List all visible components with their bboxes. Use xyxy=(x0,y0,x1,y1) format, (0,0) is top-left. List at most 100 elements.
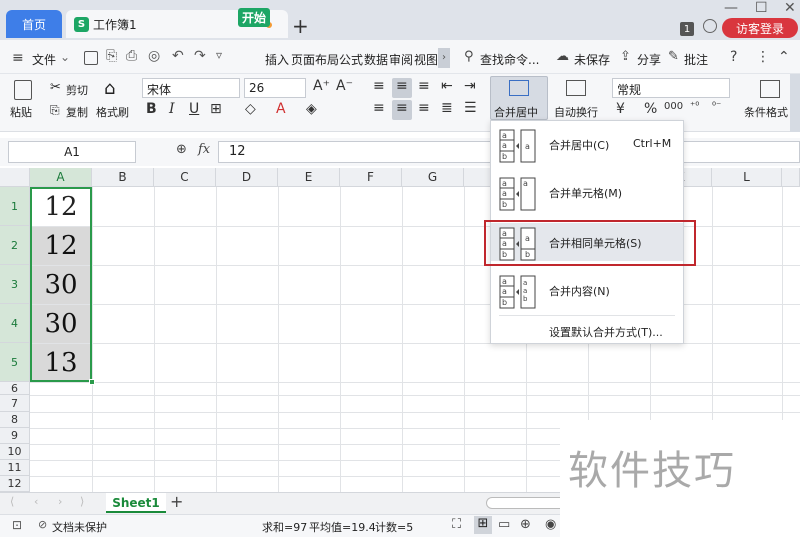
wrap-text-icon[interactable] xyxy=(566,80,586,96)
export-icon[interactable]: ⎘ xyxy=(106,48,117,64)
font-size-select[interactable]: 26 xyxy=(244,78,306,98)
row-header[interactable]: 6 xyxy=(0,382,30,395)
menu-file[interactable]: 文件 xyxy=(32,51,56,68)
align-right-icon[interactable]: ≡ xyxy=(418,100,430,116)
horizontal-scrollbar[interactable] xyxy=(486,497,566,509)
menu-data[interactable]: 数据 xyxy=(364,51,388,68)
zoom-search-icon[interactable]: ⊕ xyxy=(176,142,187,157)
italic-icon[interactable]: I xyxy=(169,101,175,117)
col-header[interactable]: B xyxy=(92,168,154,187)
col-header[interactable]: G xyxy=(402,168,464,187)
fill-handle[interactable] xyxy=(89,379,95,385)
macro-icon[interactable]: ⊡ xyxy=(12,518,22,532)
bold-icon[interactable]: B xyxy=(146,101,157,117)
align-left-icon[interactable]: ≡ xyxy=(373,100,385,116)
menu-start[interactable]: 开始 xyxy=(238,8,271,27)
help-icon[interactable]: ? xyxy=(730,49,737,65)
search-command[interactable]: 查找命令... xyxy=(480,51,539,68)
sheet-tab-sheet1[interactable]: Sheet1 xyxy=(106,493,166,513)
col-header[interactable]: A xyxy=(30,168,92,187)
menu-page-layout[interactable]: 页面布局 xyxy=(291,51,339,68)
fill-color-icon[interactable]: ◇ xyxy=(245,101,256,117)
unsaved-status[interactable]: 未保存 xyxy=(574,51,610,68)
align-center-icon[interactable]: ≡ xyxy=(396,100,408,116)
preview-icon[interactable]: ◎ xyxy=(148,48,160,64)
row-header[interactable]: 12 xyxy=(0,476,30,492)
tab-home[interactable]: 首页 xyxy=(6,10,62,38)
protect-status[interactable]: 文档未保护 xyxy=(52,519,107,535)
share-button[interactable]: 分享 xyxy=(637,51,661,68)
font-color-icon[interactable]: A xyxy=(276,101,286,117)
menu-item-merge-center[interactable]: aab a 合并居中(C) Ctrl+M xyxy=(491,125,683,163)
window-count-badge[interactable]: 1 xyxy=(680,22,694,36)
distribute-icon[interactable]: ☰ xyxy=(464,100,477,116)
format-painter-button[interactable]: 格式刷 xyxy=(96,104,129,120)
underline-icon[interactable]: U xyxy=(189,101,199,117)
align-bottom-icon[interactable]: ≡ xyxy=(418,78,430,94)
search-icon[interactable]: ⚲ xyxy=(464,49,474,64)
percent-icon[interactable]: % xyxy=(644,101,657,117)
next-sheet-icon[interactable]: › xyxy=(58,495,62,508)
clear-icon[interactable]: ◈ xyxy=(306,101,317,117)
hamburger-icon[interactable]: ≡ xyxy=(12,50,24,66)
row-header[interactable]: 4 xyxy=(0,304,30,343)
increase-font-icon[interactable]: A⁺ xyxy=(313,78,330,94)
number-format-select[interactable]: 常规 xyxy=(612,78,730,98)
eye-icon[interactable]: ◉ xyxy=(545,517,556,532)
row-header[interactable]: 10 xyxy=(0,444,30,460)
ribbon-scroll-right[interactable] xyxy=(790,74,800,132)
undo-icon[interactable]: ↶ xyxy=(172,48,184,64)
maximize-icon[interactable]: ☐ xyxy=(755,0,768,16)
more-tabs-button[interactable]: › xyxy=(438,48,450,68)
fullscreen-icon[interactable]: ⛶ xyxy=(452,517,461,532)
col-header[interactable]: C xyxy=(154,168,216,187)
row-header[interactable]: 3 xyxy=(0,265,30,304)
menu-insert[interactable]: 插入 xyxy=(265,51,289,68)
row-header[interactable]: 7 xyxy=(0,395,30,412)
menu-item-merge-cells[interactable]: aab a 合并单元格(M) xyxy=(491,173,683,211)
prev-sheet-icon[interactable]: ‹ xyxy=(34,495,38,508)
minimize-icon[interactable]: — xyxy=(724,0,738,16)
col-header[interactable]: E xyxy=(278,168,340,187)
row-header[interactable]: 5 xyxy=(0,343,30,382)
customize-icon[interactable]: ▿ xyxy=(216,48,222,62)
thousands-icon[interactable]: 000 xyxy=(664,101,683,112)
page-view-icon[interactable]: ▭ xyxy=(498,517,510,532)
col-header[interactable]: D xyxy=(216,168,278,187)
menu-review[interactable]: 审阅 xyxy=(389,51,413,68)
default-merge-option[interactable]: 设置默认合并方式(T)... xyxy=(549,324,663,340)
currency-icon[interactable]: ¥ xyxy=(616,101,625,117)
align-middle-icon[interactable]: ≡ xyxy=(396,78,408,94)
chevron-down-icon[interactable]: ⌄ xyxy=(60,50,70,64)
redo-icon[interactable]: ↷ xyxy=(194,48,206,64)
row-header[interactable]: 9 xyxy=(0,428,30,444)
wrap-text-button[interactable]: 自动换行 xyxy=(554,104,598,120)
first-sheet-icon[interactable]: ⟨ xyxy=(10,495,14,508)
collapse-icon[interactable]: ⌃ xyxy=(778,49,790,65)
close-icon[interactable]: ✕ xyxy=(784,0,796,16)
conditional-format-button[interactable]: 条件格式 xyxy=(744,104,788,120)
font-name-select[interactable]: 宋体 xyxy=(142,78,240,98)
name-box[interactable]: A1 xyxy=(8,141,136,163)
decrease-font-icon[interactable]: A⁻ xyxy=(336,78,353,94)
print-icon[interactable]: ⎙ xyxy=(126,48,137,64)
cut-button[interactable]: 剪切 xyxy=(66,82,88,98)
align-top-icon[interactable]: ≡ xyxy=(373,78,385,94)
comment-button[interactable]: 批注 xyxy=(684,51,708,68)
col-header[interactable]: F xyxy=(340,168,402,187)
row-header[interactable]: 1 xyxy=(0,187,30,226)
new-tab-button[interactable]: + xyxy=(292,14,309,38)
row-header[interactable]: 2 xyxy=(0,226,30,265)
cut-icon[interactable]: ✂ xyxy=(50,80,61,95)
avatar-icon[interactable] xyxy=(703,19,717,33)
split-view-icon[interactable]: ⊕ xyxy=(520,517,531,532)
select-all-corner[interactable] xyxy=(0,168,30,187)
menu-view[interactable]: 视图 xyxy=(414,51,438,68)
more-icon[interactable]: ⋮ xyxy=(756,49,770,65)
guest-login-button[interactable]: 访客登录 xyxy=(722,18,798,38)
normal-view-icon[interactable]: ⊞ xyxy=(474,516,492,534)
add-sheet-button[interactable]: + xyxy=(170,492,183,511)
save-icon[interactable] xyxy=(84,51,98,65)
function-icon[interactable]: fx xyxy=(198,142,210,157)
paste-icon[interactable] xyxy=(14,80,32,100)
